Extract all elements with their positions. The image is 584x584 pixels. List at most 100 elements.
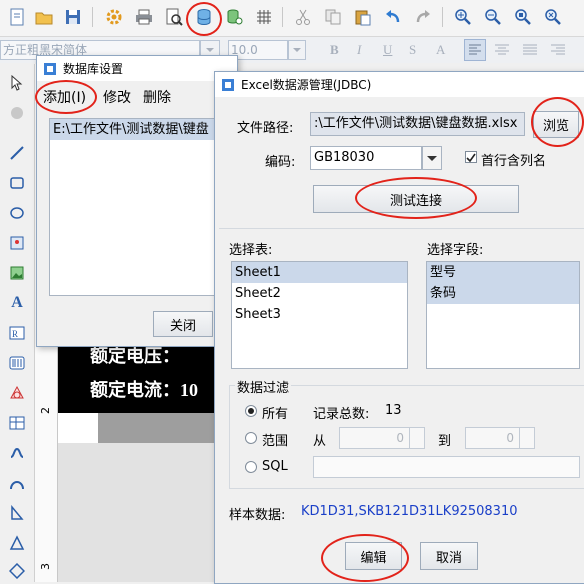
field-item[interactable]: 条码 <box>427 283 579 304</box>
paste-icon[interactable] <box>352 6 374 28</box>
align-center-icon[interactable] <box>492 40 512 64</box>
picture-tool-icon[interactable] <box>6 262 28 284</box>
excel-datasource-dialog: Excel数据源管理(JDBC) 文件路径: :\工作文件\测试数据\键盘数据.… <box>214 71 584 584</box>
datasource-list[interactable]: E:\工作文件\测试数据\键盘 <box>49 118 229 296</box>
copy-icon[interactable] <box>322 6 344 28</box>
filter-all-label: 所有 <box>262 407 289 422</box>
sql-input[interactable] <box>313 456 580 478</box>
filter-all-radio[interactable] <box>245 405 257 417</box>
highlight-ring <box>355 177 477 219</box>
app-icon <box>222 78 234 91</box>
redo-icon[interactable] <box>412 6 434 28</box>
dialog-title: Excel数据源管理(JDBC) <box>241 78 372 92</box>
spinner-arrows-icon[interactable] <box>519 428 534 448</box>
first-row-header-checkbox[interactable] <box>465 151 477 163</box>
dialog-title-bar: Excel数据源管理(JDBC) <box>215 72 584 97</box>
hand-tool-icon[interactable] <box>6 102 28 124</box>
file-path-label: 文件路径: <box>237 121 294 136</box>
field-item[interactable]: 型号 <box>427 262 579 283</box>
undo-icon[interactable] <box>382 6 404 28</box>
bold-button[interactable]: B <box>330 42 339 58</box>
curve-tool-icon[interactable] <box>6 442 28 464</box>
file-path-field[interactable]: :\工作文件\测试数据\键盘数据.xlsx <box>310 112 525 136</box>
text-more-button[interactable]: A <box>436 42 445 58</box>
shape-tool-icon[interactable] <box>6 382 28 404</box>
encoding-select[interactable]: GB18030 <box>310 146 422 170</box>
select-table-label: 选择表: <box>229 243 273 258</box>
filter-range-label: 范围 <box>262 434 289 449</box>
dialog-title: 数据库设置 <box>63 62 124 76</box>
print-preview-icon[interactable] <box>163 6 185 28</box>
save-icon[interactable] <box>62 6 84 28</box>
filter-range-radio[interactable] <box>245 432 257 444</box>
range-from-value: 0 <box>396 431 404 445</box>
ellipse-tool-icon[interactable] <box>6 202 28 224</box>
line-tool-icon[interactable] <box>6 142 28 164</box>
database-refresh-icon[interactable] <box>223 6 245 28</box>
highlight-ring <box>186 2 222 36</box>
pointer-tool-icon[interactable] <box>6 72 28 94</box>
polygon-tool-icon[interactable] <box>6 502 28 524</box>
ruler-mark: 3 <box>39 563 52 570</box>
triangle-tool-icon[interactable] <box>6 532 28 554</box>
list-item[interactable]: E:\工作文件\测试数据\键盘 <box>50 119 228 140</box>
image-tool-icon[interactable] <box>6 232 28 254</box>
dialog-title-bar: 数据库设置 <box>37 56 237 81</box>
filter-label: 数据过滤 <box>235 377 292 396</box>
tool-palette: A R <box>0 64 35 582</box>
barcode-tool-icon[interactable] <box>6 352 28 374</box>
align-left-icon[interactable] <box>464 39 486 61</box>
field-list[interactable]: 型号 条码 <box>426 261 580 369</box>
settings-gear-icon[interactable] <box>103 6 125 28</box>
strikethrough-button[interactable]: S <box>409 42 416 58</box>
new-document-icon[interactable] <box>6 6 28 28</box>
cancel-button[interactable]: 取消 <box>420 542 478 570</box>
range-from-spinner[interactable]: 0 <box>339 427 425 449</box>
underline-button[interactable]: U <box>383 42 392 58</box>
first-row-header-label: 首行含列名 <box>481 154 547 169</box>
arc-tool-icon[interactable] <box>6 472 28 494</box>
rectangle-tool-icon[interactable] <box>6 172 28 194</box>
highlight-ring <box>321 534 409 582</box>
table-item[interactable]: Sheet3 <box>232 304 407 325</box>
canvas-background <box>58 443 218 582</box>
encoding-dropdown-icon[interactable] <box>422 146 442 170</box>
select-field-label: 选择字段: <box>427 243 484 258</box>
filter-sql-label: SQL <box>262 459 288 474</box>
diamond-tool-icon[interactable] <box>6 560 28 582</box>
record-count-value: 13 <box>385 403 402 418</box>
align-right-icon[interactable] <box>548 40 568 64</box>
table-list[interactable]: Sheet1 Sheet2 Sheet3 <box>231 261 408 369</box>
zoom-fit-icon[interactable] <box>512 6 534 28</box>
text-tool-icon[interactable]: A <box>6 292 28 314</box>
highlight-ring <box>531 97 584 147</box>
record-count-label: 记录总数: <box>313 407 370 422</box>
zoom-actual-icon[interactable] <box>542 6 564 28</box>
label-text-current[interactable]: 额定电流：10 <box>90 376 198 402</box>
rich-text-tool-icon[interactable]: R <box>6 322 28 344</box>
font-size-dropdown-arrow-icon[interactable] <box>288 40 306 60</box>
cut-icon[interactable] <box>292 6 314 28</box>
label-shadow <box>98 413 218 443</box>
main-toolbar <box>0 0 584 37</box>
filter-sql-radio[interactable] <box>245 461 257 473</box>
menu-delete[interactable]: 删除 <box>143 87 171 107</box>
range-to-value: 0 <box>506 431 514 445</box>
close-button[interactable]: 关闭 <box>153 311 213 337</box>
app-icon <box>44 62 56 75</box>
range-to-spinner[interactable]: 0 <box>465 427 535 449</box>
italic-button[interactable]: I <box>357 42 361 58</box>
sample-data-value: KD1D31,SKB121D31LK92508310 <box>301 504 518 519</box>
highlight-ring <box>35 80 97 114</box>
table-item[interactable]: Sheet2 <box>232 283 407 304</box>
table-item[interactable]: Sheet1 <box>232 262 407 283</box>
menu-edit[interactable]: 修改 <box>103 87 131 107</box>
zoom-out-icon[interactable] <box>482 6 504 28</box>
table-tool-icon[interactable] <box>6 412 28 434</box>
spinner-arrows-icon[interactable] <box>409 428 424 448</box>
zoom-in-icon[interactable] <box>452 6 474 28</box>
grid-icon[interactable] <box>253 6 275 28</box>
open-folder-icon[interactable] <box>33 6 55 28</box>
print-icon[interactable] <box>133 6 155 28</box>
align-justify-icon[interactable] <box>520 40 540 64</box>
